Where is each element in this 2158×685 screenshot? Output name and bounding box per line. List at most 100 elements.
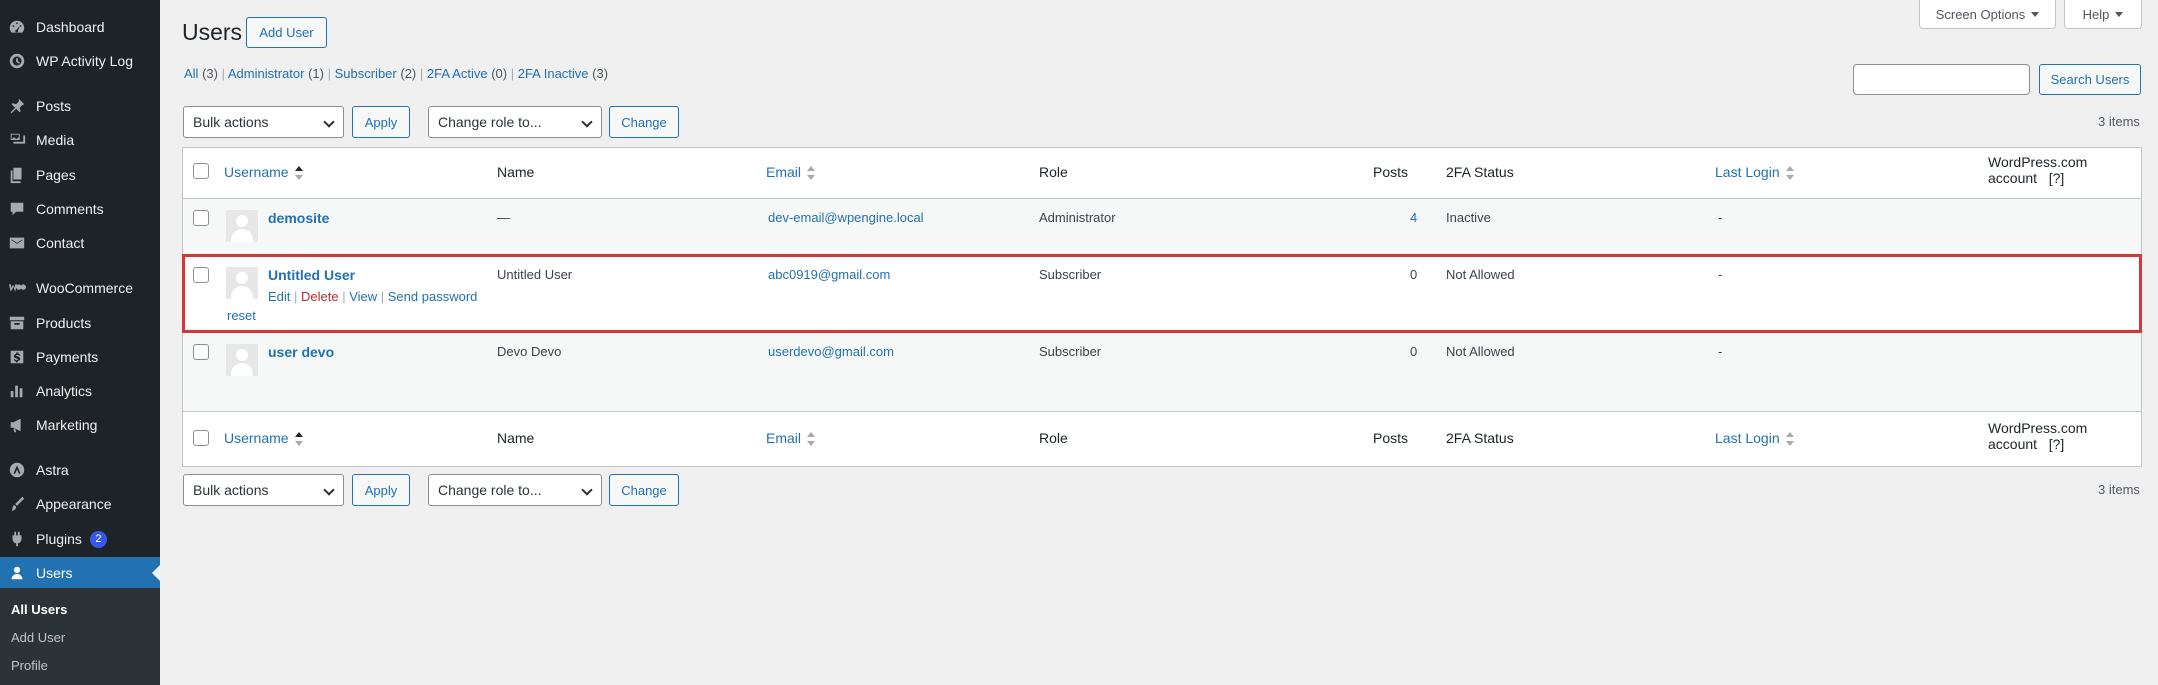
filter-all-link[interactable]: All	[184, 66, 198, 81]
wpcom-help-link[interactable]: [?]	[2049, 170, 2065, 186]
footer-column-email[interactable]: Email	[766, 430, 816, 447]
column-username-label: Username	[224, 430, 289, 446]
menu-wp-activity-log[interactable]: WP Activity Log	[0, 45, 160, 77]
page-title: Users	[182, 19, 243, 45]
submenu-add-user[interactable]: Add User	[11, 630, 65, 645]
username-link[interactable]: demosite	[268, 210, 329, 226]
filter-subscriber-link[interactable]: Subscriber	[335, 66, 397, 81]
menu-analytics[interactable]: Analytics	[0, 375, 160, 407]
footer-column-wpcom-account: WordPress.com account [?]	[1988, 420, 2087, 452]
bulk-actions-select[interactable]: Bulk actions	[183, 106, 344, 138]
menu-marketing[interactable]: Marketing	[0, 409, 160, 441]
column-wpcom-line1: WordPress.com	[1988, 154, 2088, 170]
column-email[interactable]: Email	[766, 164, 816, 181]
avatar	[226, 267, 258, 299]
filter-subscriber[interactable]: Subscriber (2)	[335, 66, 417, 81]
column-email-label: Email	[766, 164, 802, 180]
menu-label: Payments	[36, 349, 99, 365]
row-checkbox[interactable]	[193, 210, 209, 226]
apply-button-bottom[interactable]: Apply	[352, 474, 410, 506]
screen-options-button[interactable]: Screen Options	[1919, 0, 2056, 29]
user-2fa-status: Inactive	[1446, 210, 1491, 225]
footer-column-username[interactable]: Username	[224, 430, 303, 447]
filter-administrator[interactable]: Administrator (1)	[228, 66, 324, 81]
megaphone-icon	[8, 416, 26, 434]
menu-products[interactable]: Products	[0, 307, 160, 339]
column-username[interactable]: Username	[224, 164, 303, 181]
user-email-link[interactable]: dev-email@wpengine.local	[768, 210, 924, 225]
column-last-login[interactable]: Last Login	[1715, 164, 1794, 181]
change-role-button-bottom[interactable]: Change	[609, 474, 679, 506]
menu-media[interactable]: Media	[0, 124, 160, 156]
avatar	[226, 210, 258, 242]
menu-users[interactable]: Users	[0, 557, 160, 589]
change-role-button[interactable]: Change	[609, 106, 679, 138]
sort-icon	[1785, 432, 1794, 447]
user-email-link[interactable]: userdevo@gmail.com	[768, 344, 894, 359]
sort-icon	[807, 166, 816, 181]
row-checkbox[interactable]	[193, 344, 209, 360]
filter-all[interactable]: All (3)	[184, 66, 218, 81]
filter-2fa-inactive[interactable]: 2FA Inactive (3)	[518, 66, 608, 81]
submenu-profile[interactable]: Profile	[11, 658, 48, 673]
filter-count: (3)	[592, 66, 609, 81]
column-email-label: Email	[766, 430, 802, 446]
filter-2fa-inactive-link[interactable]: 2FA Inactive	[518, 66, 589, 81]
table-row	[183, 199, 2141, 256]
search-input[interactable]	[1853, 64, 2030, 95]
menu-woocommerce[interactable]: WooCommerce	[0, 272, 160, 304]
menu-plugins[interactable]: Plugins 2	[0, 523, 160, 555]
menu-comments[interactable]: Comments	[0, 193, 160, 225]
footer-column-last-login[interactable]: Last Login	[1715, 430, 1794, 447]
help-button[interactable]: Help	[2064, 0, 2142, 29]
column-wpcom-line1: WordPress.com	[1988, 420, 2088, 436]
submenu-all-users[interactable]: All Users	[11, 602, 67, 617]
user-role-filters: All (3) | Administrator (1) | Subscriber…	[184, 66, 609, 81]
select-all-checkbox[interactable]	[193, 163, 209, 179]
view-user-link[interactable]: View	[349, 289, 377, 304]
send-password-reset-link-cont[interactable]: reset	[227, 308, 256, 323]
user-posts-link[interactable]: 4	[1410, 210, 1417, 225]
items-count: 3 items	[2098, 114, 2140, 129]
user-name: —	[497, 210, 510, 225]
column-name: Name	[497, 164, 535, 180]
filter-count: (1)	[308, 66, 324, 81]
user-email-link[interactable]: abc0919@gmail.com	[768, 267, 890, 282]
menu-posts[interactable]: Posts	[0, 90, 160, 122]
menu-label: Products	[36, 315, 92, 331]
search-users-button[interactable]: Search Users	[2039, 64, 2141, 95]
change-role-value: Change role to...	[438, 114, 542, 130]
delete-user-link[interactable]: Delete	[301, 289, 339, 304]
filter-2fa-active-link[interactable]: 2FA Active	[427, 66, 488, 81]
media-icon	[8, 131, 26, 149]
menu-contact[interactable]: Contact	[0, 227, 160, 259]
menu-payments[interactable]: Payments	[0, 341, 160, 373]
menu-dashboard[interactable]: Dashboard	[0, 11, 160, 43]
screen-options-label: Screen Options	[1935, 6, 2026, 22]
send-password-reset-link[interactable]: Send password	[388, 289, 478, 304]
filter-2fa-active[interactable]: 2FA Active (0)	[427, 66, 507, 81]
row-checkbox[interactable]	[193, 267, 209, 283]
change-role-select[interactable]: Change role to...	[428, 106, 602, 138]
menu-astra[interactable]: Astra	[0, 454, 160, 486]
menu-pages[interactable]: Pages	[0, 159, 160, 191]
filter-administrator-link[interactable]: Administrator	[228, 66, 305, 81]
select-all-checkbox-footer[interactable]	[193, 430, 209, 446]
user-role: Subscriber	[1039, 344, 1102, 359]
edit-user-link[interactable]: Edit	[268, 289, 290, 304]
change-role-select-bottom[interactable]: Change role to...	[428, 474, 602, 506]
wpcom-help-link[interactable]: [?]	[2049, 436, 2065, 452]
bulk-actions-select-bottom[interactable]: Bulk actions	[183, 474, 344, 506]
chevron-down-icon	[323, 484, 335, 496]
user-icon	[8, 564, 26, 582]
menu-label: Pages	[36, 167, 76, 183]
bar-chart-icon	[8, 382, 26, 400]
menu-appearance[interactable]: Appearance	[0, 488, 160, 520]
help-label: Help	[2082, 6, 2110, 22]
apply-button[interactable]: Apply	[352, 106, 410, 138]
username-link[interactable]: user devo	[268, 344, 334, 360]
user-last-login: -	[1718, 210, 1723, 225]
footer-column-name: Name	[497, 430, 535, 446]
add-user-button[interactable]: Add User	[246, 17, 327, 48]
username-link[interactable]: Untitled User	[268, 267, 355, 283]
